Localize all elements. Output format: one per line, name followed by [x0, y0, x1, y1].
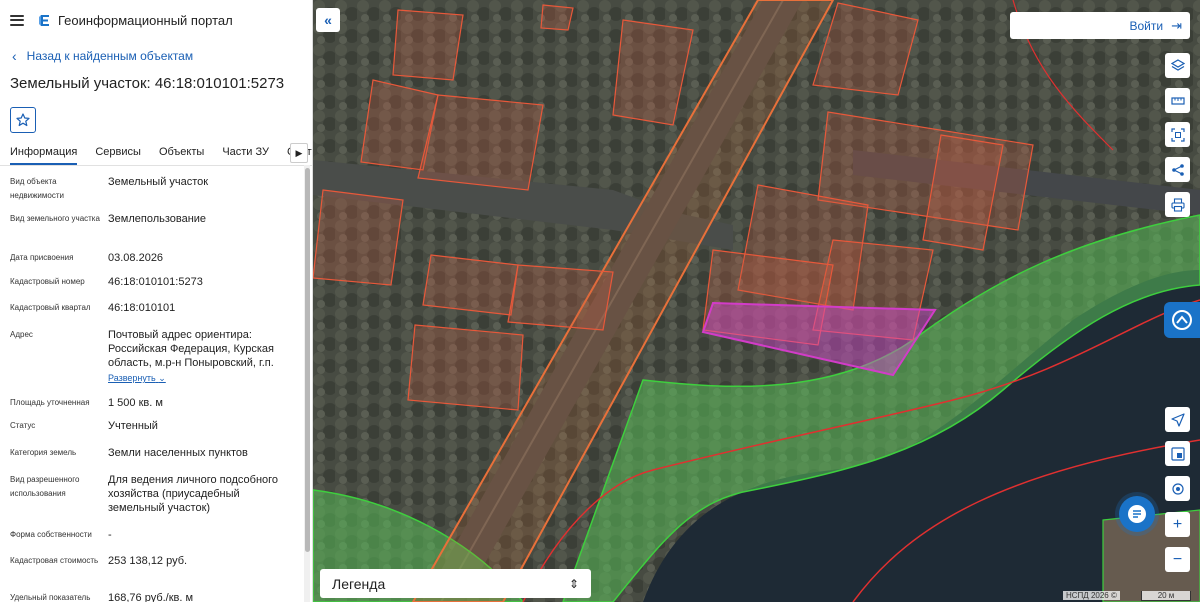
property-value: -: [108, 529, 112, 541]
property-label: Категория земель: [10, 448, 77, 457]
share-button[interactable]: [1165, 157, 1190, 182]
map-view[interactable]: « Войти ⇥ + − Легенда ⇕ НСПД 2026 © 20 м: [313, 0, 1200, 602]
copyright-text: НСПД 2026 ©: [1063, 591, 1120, 600]
back-to-results-link[interactable]: ‹ Назад к найденным объектам: [12, 48, 312, 64]
property-value: 03.08.2026: [108, 252, 164, 264]
select-area-icon: [1170, 127, 1185, 142]
favorite-button[interactable]: [10, 107, 36, 133]
property-label: Дата присвоения: [10, 253, 74, 262]
locate-button[interactable]: [1165, 407, 1190, 432]
menu-icon[interactable]: [10, 14, 24, 26]
chat-icon: [1128, 505, 1146, 523]
chevron-left-icon: ‹: [12, 48, 17, 64]
tab-objects[interactable]: Объекты: [159, 141, 204, 165]
tab-bar: Информация Сервисы Объекты Части ЗУ Сост…: [0, 141, 312, 166]
property-value: 253 138,12 руб.: [108, 555, 188, 567]
property-label: Кадастровый квартал: [10, 303, 91, 312]
tab-services[interactable]: Сервисы: [95, 141, 141, 165]
side-panel-tab[interactable]: [1164, 302, 1200, 338]
property-label: Вид земельного участка: [10, 214, 100, 223]
portal-title: Геоинформационный портал: [58, 12, 233, 28]
object-title: Земельный участок: 46:18:010101:5273: [10, 75, 285, 92]
property-value: Учтенный: [108, 420, 158, 432]
tab-parts[interactable]: Части ЗУ: [222, 141, 269, 165]
back-link-label: Назад к найденным объектам: [26, 49, 194, 63]
expand-address-link[interactable]: Развернуть ⌄: [108, 371, 166, 385]
print-icon: [1170, 197, 1185, 212]
property-value: Земельный участок: [108, 176, 209, 188]
property-label: Адрес: [10, 330, 33, 339]
zoom-in-icon: +: [1172, 515, 1183, 533]
login-button[interactable]: Войти ⇥: [1010, 12, 1190, 39]
property-label: Форма собственности: [10, 530, 92, 539]
tab-information[interactable]: Информация: [10, 141, 78, 165]
locate-icon: [1170, 412, 1185, 427]
ruler-icon: [1170, 96, 1185, 105]
share-icon: [1171, 163, 1184, 176]
minimap-button[interactable]: [1165, 441, 1190, 466]
address-text: Почтовый адрес ориентира: Российская Фед…: [108, 329, 274, 369]
print-button[interactable]: [1165, 192, 1190, 217]
minimap-icon: [1170, 446, 1185, 461]
top-bar: Геоинформационный портал: [0, 0, 312, 40]
property-label: Кадастровая стоимость: [10, 556, 99, 565]
property-value: Почтовый адрес ориентира: Российская Фед…: [108, 328, 298, 385]
property-label: Статус: [10, 421, 36, 430]
layers-button[interactable]: [1165, 53, 1190, 78]
geolocation-button[interactable]: [1165, 476, 1190, 501]
chat-button[interactable]: [1119, 496, 1155, 532]
property-value: 46:18:010101:5273: [108, 276, 203, 288]
property-label: Площадь уточненная: [10, 398, 90, 407]
assistant-icon: [1172, 310, 1192, 330]
zoom-in-button[interactable]: +: [1165, 512, 1190, 537]
property-label: Удельный показатель: [10, 593, 91, 602]
property-label: Вид объекта недвижимости: [10, 177, 64, 200]
panel-scrollbar-thumb[interactable]: [305, 168, 310, 552]
property-value: Земли населенных пунктов: [108, 447, 248, 459]
legend-dropdown[interactable]: Легенда ⇕: [320, 569, 591, 598]
expand-collapse-icon: ⇕: [568, 576, 579, 591]
property-value: Для ведения личного подсобного хозяйства…: [108, 474, 279, 514]
property-value: 1 500 кв. м: [108, 397, 163, 409]
info-panel: Геоинформационный портал ‹ Назад к найде…: [0, 0, 313, 602]
zoom-out-icon: −: [1172, 550, 1183, 568]
measure-button[interactable]: [1165, 88, 1190, 113]
property-value: 168,76 руб./кв. м: [108, 592, 194, 602]
property-value: 46:18:010101: [108, 302, 176, 314]
property-label: Вид разрешенного использования: [10, 475, 80, 498]
expand-label: Развернуть: [108, 373, 156, 383]
portal-logo-icon: [39, 14, 49, 26]
tabs-scroll-right-button[interactable]: ▶: [290, 143, 308, 163]
layers-icon: [1170, 58, 1185, 71]
property-label: Кадастровый номер: [10, 277, 85, 286]
star-icon: [16, 113, 30, 127]
login-label: Войти: [1129, 18, 1164, 33]
select-area-button[interactable]: [1165, 122, 1190, 147]
property-value: Землепользование: [108, 213, 207, 225]
geolocation-icon: [1171, 482, 1184, 495]
login-icon: ⇥: [1171, 17, 1182, 33]
satellite-map-imagery: [313, 0, 1200, 602]
collapse-panel-button[interactable]: «: [316, 8, 340, 32]
zoom-out-button[interactable]: −: [1165, 547, 1190, 572]
chevron-down-icon: ⌄: [158, 373, 166, 383]
scale-bar: 20 м: [1141, 591, 1191, 601]
legend-label: Легенда: [332, 575, 386, 592]
